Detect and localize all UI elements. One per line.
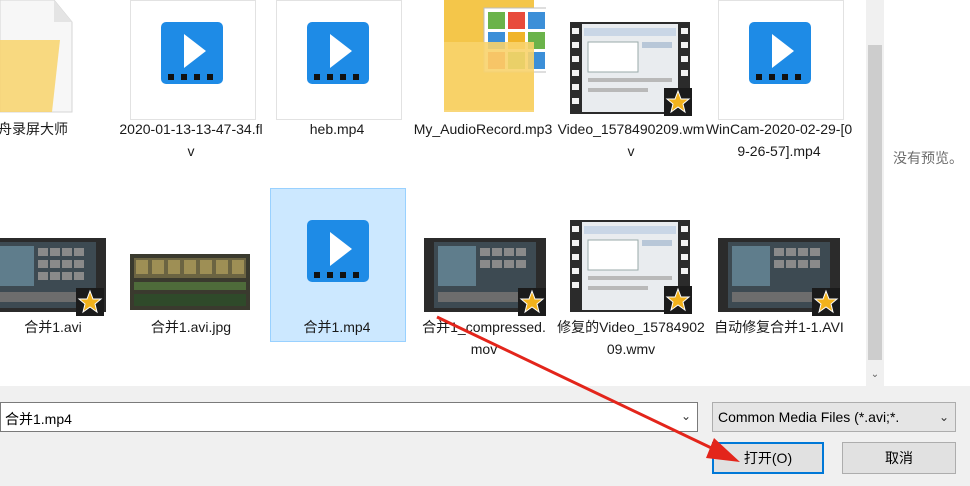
annotation-arrow-icon (436, 315, 740, 462)
